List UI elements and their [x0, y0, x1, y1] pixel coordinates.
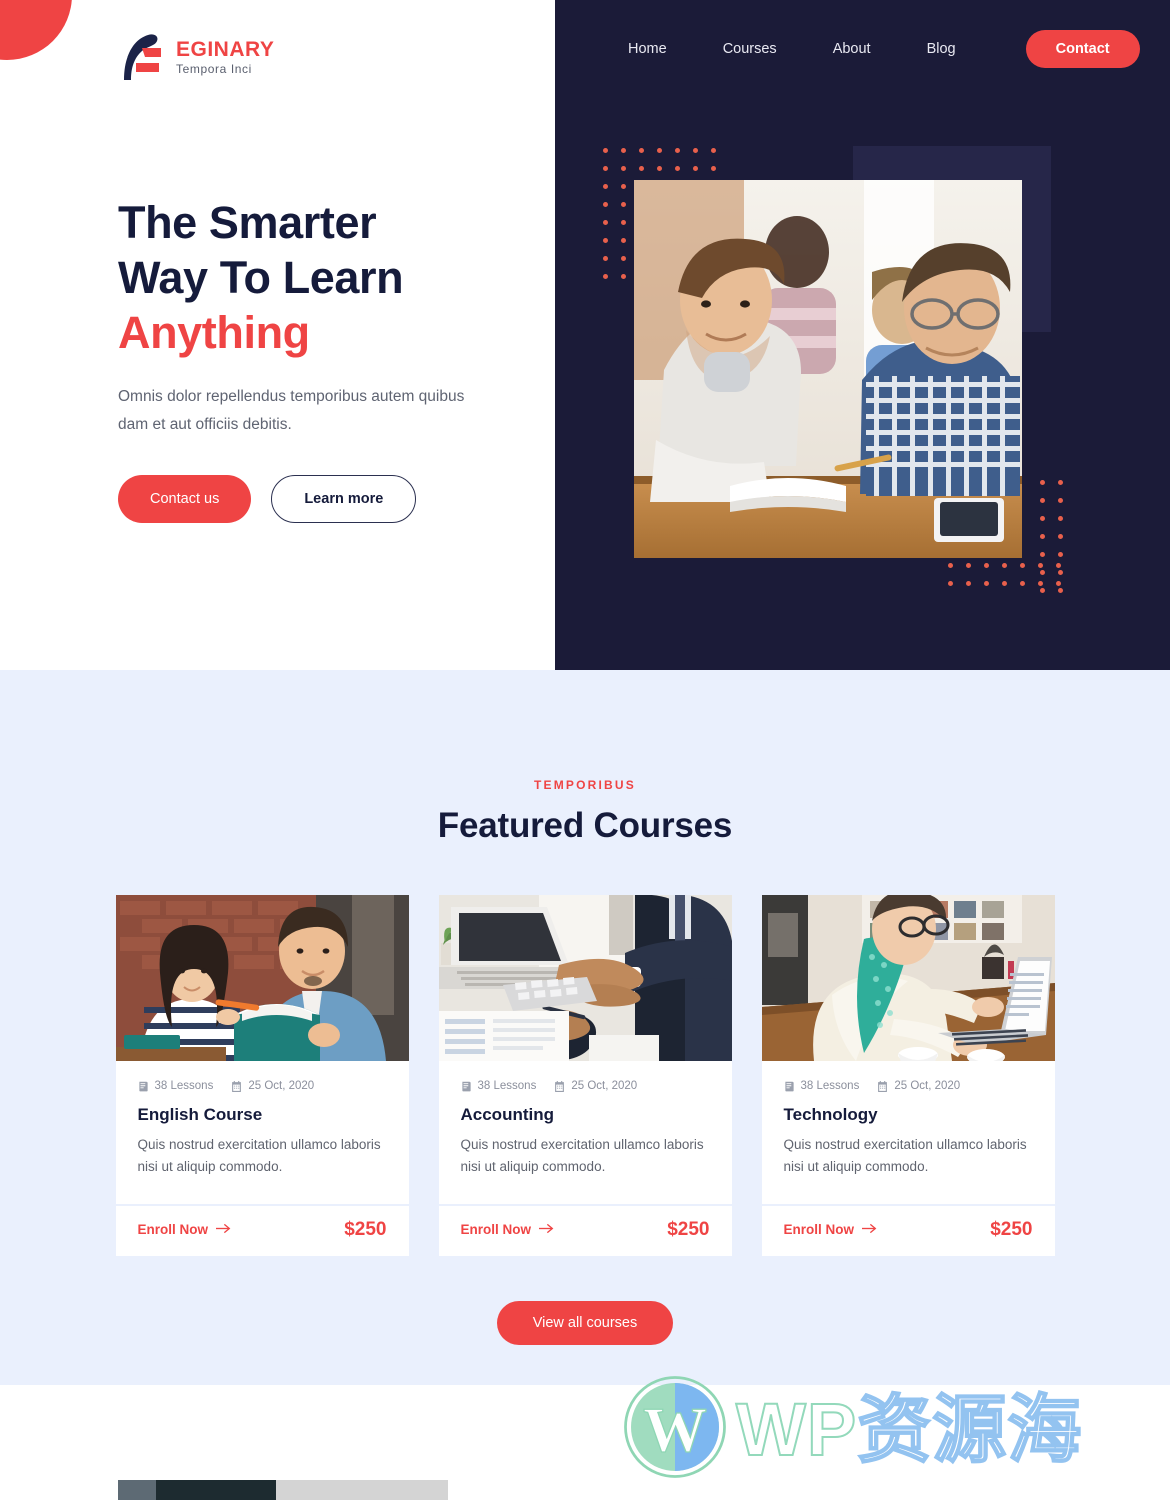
- nav-item-about[interactable]: About: [805, 33, 899, 65]
- course-description: Quis nostrud exercitation ullamco labori…: [460, 1137, 704, 1174]
- course-price: $250: [990, 1218, 1033, 1240]
- calendar-icon: [231, 1080, 242, 1092]
- hero-copy: The Smarter Way To Learn Anything Omnis …: [118, 196, 538, 524]
- logo-tagline: Tempora Inci: [176, 62, 252, 76]
- hero-title-accent: Anything: [118, 306, 310, 358]
- course-description: Quis nostrud exercitation ullamco labori…: [783, 1137, 1027, 1174]
- course-card-body: 38 Lessons 25 Oct, 2020 Accounting Quis …: [438, 1061, 732, 1200]
- course-card-body: 38 Lessons 25 Oct, 2020 Technology Quis …: [761, 1061, 1055, 1200]
- date-text: 25 Oct, 2020: [248, 1080, 315, 1092]
- course-card-meta: 38 Lessons 25 Oct, 2020: [138, 1080, 387, 1092]
- date-text: 25 Oct, 2020: [571, 1080, 638, 1092]
- calendar-icon: [554, 1080, 565, 1092]
- view-all-courses-button[interactable]: View all courses: [496, 1300, 674, 1345]
- nav-item-home[interactable]: Home: [600, 33, 695, 65]
- site-logo[interactable]: EGINARY Tempora Inci: [118, 32, 274, 82]
- course-card-image: [115, 895, 409, 1061]
- arrow-right-icon: [216, 1222, 231, 1237]
- enroll-now-link[interactable]: Enroll Now: [138, 1222, 232, 1237]
- course-title: English Course: [137, 1105, 263, 1124]
- lessons-text: 38 Lessons: [800, 1080, 860, 1092]
- hero-title-line-2: Way To Learn: [118, 251, 404, 303]
- nav-item-courses[interactable]: Courses: [695, 33, 805, 65]
- course-card-list: 38 Lessons 25 Oct, 2020 English Course Q…: [0, 895, 1170, 1256]
- course-card-footer: Enroll Now $250: [761, 1203, 1055, 1256]
- course-card-meta: 38 Lessons 25 Oct, 2020: [784, 1080, 1033, 1092]
- decorative-red-circle: [0, 0, 72, 60]
- hero-button-group: Contact us Learn more: [118, 475, 538, 524]
- course-card-footer: Enroll Now $250: [115, 1203, 409, 1256]
- book-icon: [138, 1081, 149, 1092]
- enroll-now-link[interactable]: Enroll Now: [784, 1222, 878, 1237]
- section-title: Featured Courses: [437, 806, 733, 845]
- date-meta: 25 Oct, 2020: [554, 1080, 637, 1092]
- hero-title: The Smarter Way To Learn Anything: [118, 196, 538, 361]
- enroll-label: Enroll Now: [137, 1222, 209, 1238]
- hero-subtitle: Omnis dolor repellendus temporibus autem…: [118, 387, 465, 433]
- course-price: $250: [344, 1218, 387, 1240]
- date-meta: 25 Oct, 2020: [877, 1080, 960, 1092]
- hero-image: [634, 180, 1022, 558]
- course-price: $250: [667, 1218, 710, 1240]
- eginary-logo-mark-icon: [118, 32, 164, 82]
- contact-button[interactable]: Contact: [1025, 30, 1140, 68]
- learn-more-button[interactable]: Learn more: [271, 475, 417, 524]
- logo-name: EGINARY: [176, 38, 275, 61]
- course-card-body: 38 Lessons 25 Oct, 2020 English Course Q…: [115, 1061, 409, 1200]
- featured-courses-section: TEMPORIBUS Featured Courses 38 Lessons 2…: [0, 670, 1170, 1385]
- arrow-right-icon: [862, 1222, 877, 1237]
- course-title: Accounting: [460, 1105, 555, 1124]
- lessons-text: 38 Lessons: [154, 1080, 214, 1092]
- course-card-image: [761, 895, 1055, 1061]
- calendar-icon: [877, 1080, 888, 1092]
- next-section-image: [118, 1480, 448, 1500]
- nav-item-blog[interactable]: Blog: [899, 33, 984, 65]
- enroll-now-link[interactable]: Enroll Now: [461, 1222, 555, 1237]
- course-card[interactable]: 38 Lessons 25 Oct, 2020 Technology Quis …: [761, 895, 1055, 1256]
- section-eyebrow: TEMPORIBUS: [533, 778, 636, 792]
- arrow-right-icon: [539, 1222, 554, 1237]
- enroll-label: Enroll Now: [783, 1222, 855, 1238]
- enroll-label: Enroll Now: [460, 1222, 532, 1238]
- date-meta: 25 Oct, 2020: [231, 1080, 314, 1092]
- hero-section: EGINARY Tempora Inci Home Courses About …: [0, 0, 1170, 670]
- course-card[interactable]: 38 Lessons 25 Oct, 2020 Accounting Quis …: [438, 895, 732, 1256]
- course-card-meta: 38 Lessons 25 Oct, 2020: [461, 1080, 710, 1092]
- view-all-wrapper: View all courses: [0, 1300, 1170, 1345]
- lessons-meta: 38 Lessons: [461, 1080, 537, 1092]
- contact-us-button[interactable]: Contact us: [118, 475, 252, 524]
- course-card-image: [438, 895, 732, 1061]
- book-icon: [784, 1081, 795, 1092]
- course-description: Quis nostrud exercitation ullamco labori…: [137, 1137, 381, 1174]
- lessons-meta: 38 Lessons: [138, 1080, 214, 1092]
- main-navigation: Home Courses About Blog Contact: [600, 30, 1140, 68]
- course-card[interactable]: 38 Lessons 25 Oct, 2020 English Course Q…: [115, 895, 409, 1256]
- course-card-footer: Enroll Now $250: [438, 1203, 732, 1256]
- date-text: 25 Oct, 2020: [894, 1080, 961, 1092]
- next-section-preview: [0, 1385, 1170, 1500]
- lessons-meta: 38 Lessons: [784, 1080, 860, 1092]
- course-title: Technology: [783, 1105, 878, 1124]
- hero-title-line-1: The Smarter: [118, 197, 377, 248]
- book-icon: [461, 1081, 472, 1092]
- lessons-text: 38 Lessons: [477, 1080, 537, 1092]
